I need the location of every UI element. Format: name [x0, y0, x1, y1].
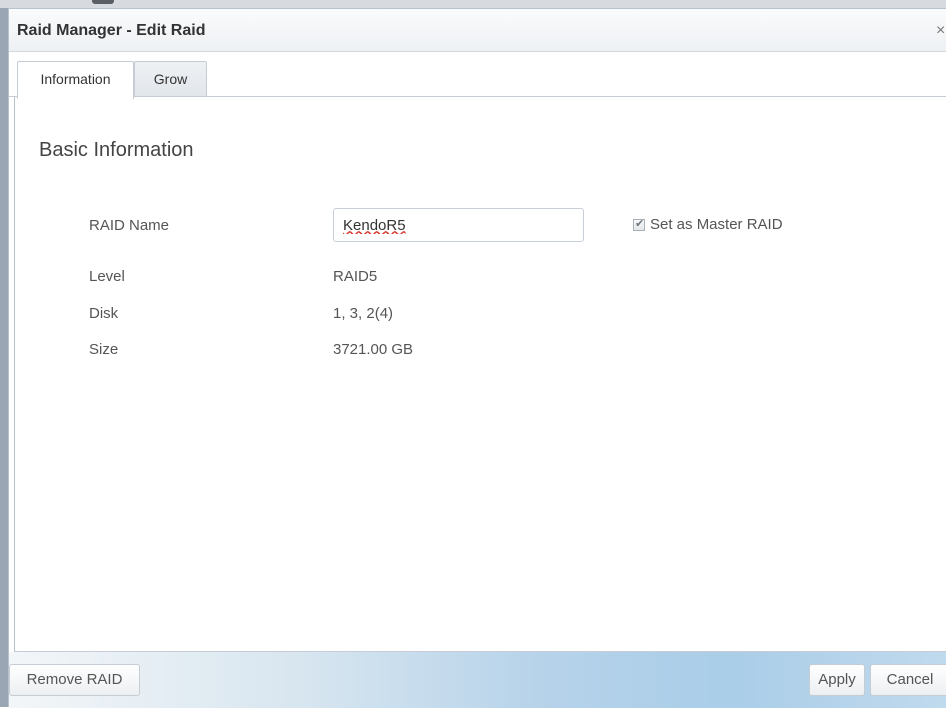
- tab-strip: Information Grow: [9, 52, 946, 100]
- cancel-button[interactable]: Cancel: [870, 664, 946, 696]
- disk-value: 1, 3, 2(4): [333, 305, 394, 322]
- checkmark-icon: ✔: [635, 217, 645, 230]
- size-value: 3721.00 GB: [333, 341, 414, 358]
- dialog-footer: Remove RAID Apply Cancel: [9, 652, 946, 708]
- master-raid-option[interactable]: ✔ Set as Master RAID: [633, 216, 783, 233]
- remove-raid-button[interactable]: Remove RAID: [9, 664, 140, 696]
- level-label: Level: [89, 268, 125, 285]
- master-raid-checkbox[interactable]: ✔: [633, 217, 645, 231]
- level-value: RAID5: [333, 268, 378, 285]
- raid-name-label: RAID Name: [89, 217, 170, 234]
- dialog-title: Raid Manager - Edit Raid: [17, 22, 206, 39]
- close-icon[interactable]: ×: [936, 22, 945, 40]
- background-window-handle: [92, 0, 114, 4]
- tab-grow[interactable]: Grow: [134, 61, 207, 97]
- tab-divider: [9, 96, 946, 97]
- apply-button[interactable]: Apply: [809, 664, 865, 696]
- section-title: Basic Information: [39, 139, 194, 161]
- master-raid-label: Set as Master RAID: [650, 216, 783, 233]
- disk-label: Disk: [89, 305, 119, 322]
- edit-raid-dialog: Raid Manager - Edit Raid × Information G…: [8, 8, 946, 708]
- background-left-edge: [0, 8, 8, 707]
- dialog-titlebar: Raid Manager - Edit Raid ×: [9, 9, 946, 52]
- raid-name-input[interactable]: [333, 208, 584, 242]
- background-window-strip: [0, 0, 946, 8]
- information-panel: Basic Information RAID Name ✔ Set as Mas…: [14, 97, 946, 652]
- tab-information[interactable]: Information: [17, 61, 134, 99]
- size-label: Size: [89, 341, 119, 358]
